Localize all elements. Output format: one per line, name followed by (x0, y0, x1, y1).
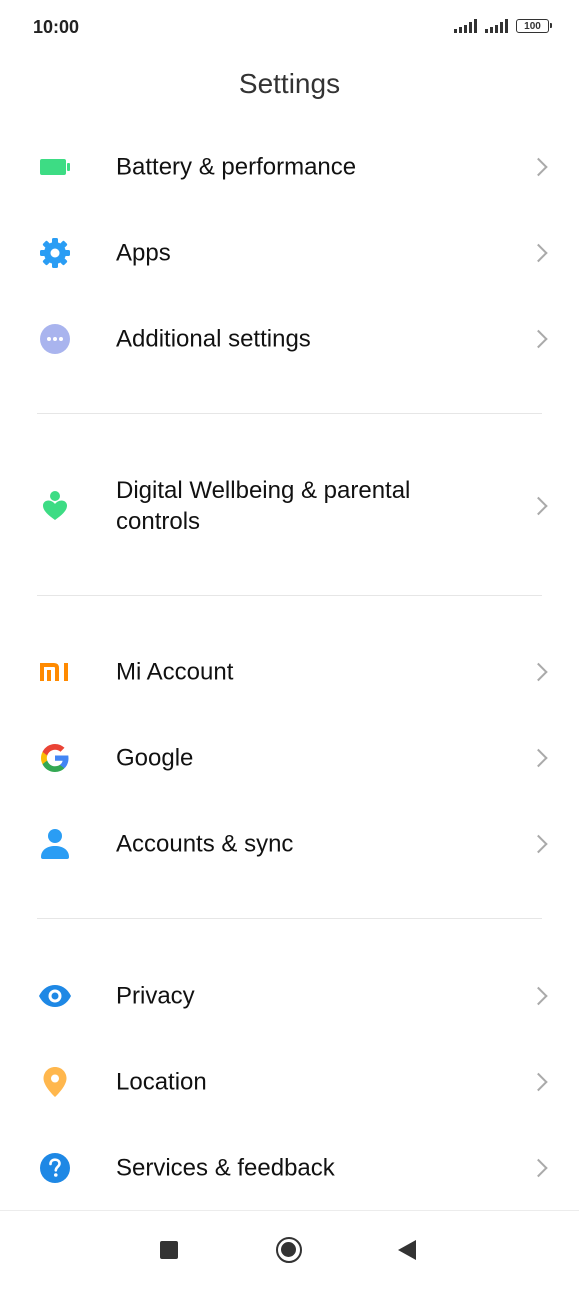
settings-item-label: Additional settings (116, 325, 311, 353)
navigation-bar (0, 1210, 579, 1289)
chevron-right-icon (529, 157, 548, 177)
settings-item-label: Location (116, 1068, 207, 1096)
wellbeing-icon (38, 489, 72, 523)
status-icons: 100 (454, 19, 552, 33)
battery-level: 100 (524, 20, 541, 32)
settings-item-label: Privacy (116, 982, 195, 1010)
page-title: Settings (238, 68, 341, 99)
settings-item-mi-account[interactable]: Mi Account (0, 632, 579, 712)
status-bar: 10:00 100 (0, 0, 579, 56)
signal-icon (485, 19, 508, 33)
more-dots-icon (38, 322, 72, 356)
settings-item-label: Services & feedback (116, 1154, 335, 1182)
status-time: 10:00 (33, 17, 80, 37)
google-icon (38, 741, 72, 775)
back-button[interactable] (398, 1240, 416, 1260)
chevron-right-icon (529, 496, 548, 516)
settings-item-privacy[interactable]: Privacy (0, 956, 579, 1036)
chevron-right-icon (529, 1072, 548, 1092)
section-divider (37, 595, 542, 596)
settings-item-label: Mi Account (116, 658, 234, 686)
battery-icon (38, 150, 72, 184)
location-pin-icon (38, 1065, 72, 1099)
settings-item-label: Apps (116, 239, 171, 267)
eye-icon (38, 979, 72, 1013)
help-icon (38, 1151, 72, 1185)
chevron-right-icon (529, 662, 548, 682)
mi-logo-icon (38, 655, 72, 689)
gear-icon (38, 236, 72, 270)
section-divider (37, 918, 542, 919)
recents-button[interactable] (160, 1241, 178, 1259)
signal-icon (454, 19, 477, 33)
settings-item-apps[interactable]: Apps (0, 213, 579, 293)
chevron-right-icon (529, 1158, 548, 1178)
settings-item-location[interactable]: Location (0, 1042, 579, 1122)
settings-item-google[interactable]: Google (0, 718, 579, 798)
settings-item-label: Accounts & sync (116, 830, 294, 858)
settings-item-digital-wellbeing[interactable]: Digital Wellbeing & parental controls (0, 466, 579, 546)
settings-item-accounts-sync[interactable]: Accounts & sync (0, 804, 579, 884)
battery-status-icon: 100 (516, 19, 552, 33)
chevron-right-icon (529, 329, 548, 349)
chevron-right-icon (529, 986, 548, 1006)
home-button[interactable] (276, 1237, 302, 1263)
person-icon (38, 827, 72, 861)
chevron-right-icon (529, 748, 548, 768)
chevron-right-icon (529, 243, 548, 263)
settings-item-label: Battery & performance (116, 153, 357, 181)
settings-item-additional-settings[interactable]: Additional settings (0, 299, 579, 379)
chevron-right-icon (529, 834, 548, 854)
settings-item-battery[interactable]: Battery & performance (0, 127, 579, 207)
settings-item-label: Google (116, 744, 194, 772)
settings-item-label: Digital Wellbeing & parental controls (116, 477, 411, 535)
settings-item-services-feedback[interactable]: Services & feedback (0, 1128, 579, 1208)
section-divider (37, 413, 542, 414)
